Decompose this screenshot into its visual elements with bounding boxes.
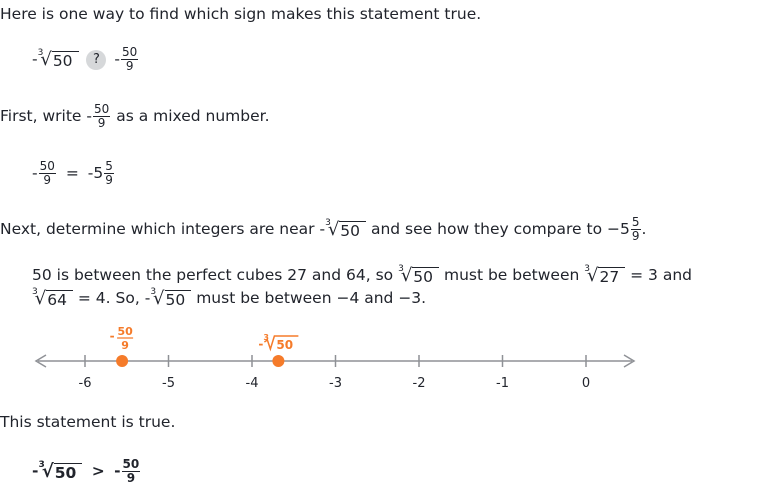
radicand: 50 bbox=[412, 266, 440, 286]
tick-label: -1 bbox=[496, 376, 509, 391]
radicand: 50 bbox=[51, 50, 79, 70]
radicand: 50 bbox=[53, 462, 83, 482]
point-label-denominator: 9 bbox=[121, 339, 129, 352]
intro-text: Here is one way to find which sign makes… bbox=[0, 5, 482, 23]
cube-root-expression: 3 √ 50 bbox=[38, 459, 83, 482]
problem-statement: -3 √ 50 ? -50 9 bbox=[32, 46, 139, 73]
explain-b: must be between bbox=[443, 266, 580, 284]
step1-after: as a mixed number. bbox=[116, 107, 270, 125]
cube-root-expression: 3 √ 50 bbox=[150, 286, 192, 309]
root-index: 3 bbox=[398, 263, 404, 274]
step1-text: First, write -50 9 as a mixed number. bbox=[0, 103, 270, 130]
root-index: 3 bbox=[325, 217, 331, 228]
equals-sign: = bbox=[65, 164, 79, 182]
cube-root-expression: 3 √ 27 bbox=[584, 263, 626, 286]
step2-middle: and see how they compare to bbox=[370, 220, 603, 238]
point-marker bbox=[116, 355, 129, 367]
comparison-sign: > bbox=[91, 462, 105, 480]
root-index: 3 bbox=[32, 286, 38, 297]
radicand: 27 bbox=[598, 266, 626, 286]
explanation-line-2: 3 √ 64 = 4. So, -3 √ 50 must be between −4 a… bbox=[32, 286, 427, 309]
point-marker bbox=[272, 355, 285, 367]
explain-a: 50 is between the perfect cubes 27 and 6… bbox=[32, 266, 394, 284]
point-label-radicand: 50 bbox=[276, 338, 293, 352]
fraction: 50 9 bbox=[121, 457, 141, 485]
denominator: 9 bbox=[125, 59, 134, 73]
fraction: 50 9 bbox=[92, 102, 111, 130]
denominator: 9 bbox=[126, 471, 136, 485]
number-line: -6 -5 -4 -3 -2 -1 0 -509-350 bbox=[34, 325, 636, 391]
negative-sign: − bbox=[607, 220, 621, 238]
denominator: 9 bbox=[105, 173, 113, 187]
tick-label: -6 bbox=[79, 376, 92, 391]
negative-sign: - bbox=[32, 164, 38, 182]
fraction: 59 bbox=[630, 215, 641, 243]
period: . bbox=[641, 220, 647, 238]
point-label-sign: - bbox=[110, 329, 115, 343]
root-index: 3 bbox=[37, 47, 44, 58]
point-label-numerator: 50 bbox=[117, 325, 133, 338]
radicand: 64 bbox=[46, 289, 73, 309]
mixed-number-equation: -50 9 = -5 5 9 bbox=[32, 160, 115, 187]
radicand: 50 bbox=[164, 289, 192, 309]
root-index: 3 bbox=[38, 459, 45, 470]
root-index: 3 bbox=[150, 286, 157, 297]
denominator: 9 bbox=[631, 229, 640, 243]
step1-before: First, write bbox=[0, 107, 82, 125]
radicand: 50 bbox=[339, 220, 367, 240]
step2-text: Next, determine which integers are near … bbox=[0, 216, 646, 243]
denominator: 9 bbox=[97, 116, 106, 130]
fraction: 50 9 bbox=[38, 159, 56, 187]
negative-sign: - bbox=[114, 462, 121, 480]
conclusion-text: This statement is true. bbox=[0, 413, 176, 431]
numerator: 5 bbox=[104, 159, 114, 174]
explain-c: = 3 and bbox=[630, 266, 693, 284]
fraction: 59 bbox=[104, 160, 114, 187]
cube-root-expression: 3 √ 50 bbox=[37, 47, 79, 70]
tick-label: -5 bbox=[162, 376, 175, 391]
explanation-line-1: 50 is between the perfect cubes 27 and 6… bbox=[32, 263, 693, 286]
cube-root-expression: 3 √ 50 bbox=[325, 217, 367, 240]
step2-before: Next, determine which integers are near bbox=[0, 220, 315, 238]
explain-d: = 4. So, bbox=[77, 289, 140, 307]
cube-root-expression: 3 √ 64 bbox=[32, 286, 73, 309]
numerator: 50 bbox=[121, 45, 139, 60]
tick-label: -3 bbox=[329, 376, 342, 391]
final-statement: -3 √ 50 > -50 9 bbox=[32, 458, 141, 485]
numerator: 50 bbox=[121, 457, 141, 472]
numerator: 50 bbox=[92, 102, 111, 117]
fraction: 50 9 bbox=[121, 45, 139, 73]
tick-label: 0 bbox=[582, 376, 590, 391]
numerator: 5 bbox=[630, 215, 641, 230]
tick-label: -4 bbox=[246, 376, 259, 391]
denominator: 9 bbox=[43, 173, 52, 187]
negative-sign: - bbox=[86, 107, 92, 125]
explain-e: must be between −4 and −3. bbox=[196, 289, 427, 307]
unknown-sign-placeholder: ? bbox=[86, 49, 107, 70]
tick-label: -2 bbox=[413, 376, 426, 391]
root-index: 3 bbox=[584, 263, 590, 274]
numerator: 50 bbox=[38, 159, 56, 174]
cube-root-expression: 3 √ 50 bbox=[398, 263, 440, 286]
whole-part: 5 bbox=[620, 220, 630, 238]
whole-part: 5 bbox=[93, 164, 104, 182]
negative-sign: - bbox=[114, 50, 121, 68]
